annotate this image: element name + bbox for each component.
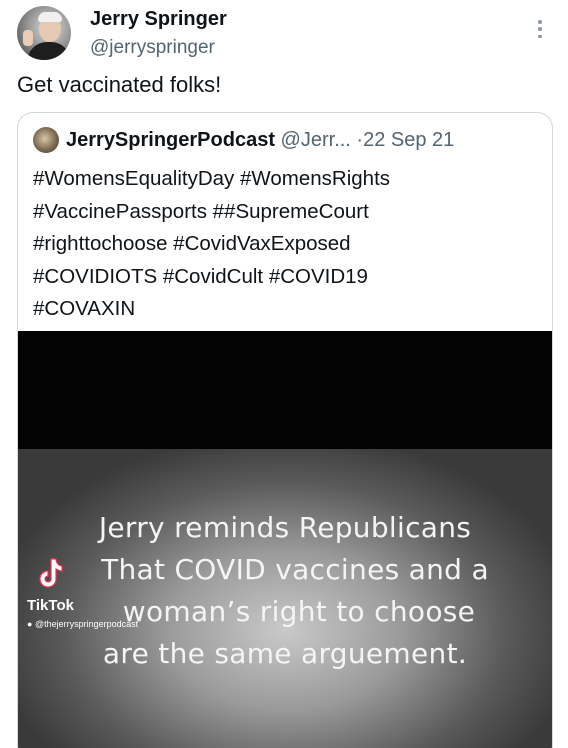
video-frame: Jerry reminds Republicans That COVID vac… xyxy=(18,449,552,748)
tiktok-logo-icon xyxy=(39,558,63,588)
hashtag-line: #VaccinePassports ##SupremeCourt xyxy=(33,199,369,223)
quoted-tweet-date: 22 Sep 21 xyxy=(363,129,455,151)
author-avatar[interactable] xyxy=(17,6,71,60)
video-letterbox xyxy=(18,331,552,449)
more-vertical-icon[interactable] xyxy=(533,18,547,40)
user-icon: ● xyxy=(27,619,33,629)
quoted-tweet-text: #WomensEqualityDay #WomensRights #Vaccin… xyxy=(33,163,543,326)
author-name[interactable]: Jerry Springer xyxy=(90,8,227,31)
hashtag-line: #WomensEqualityDay #WomensRights xyxy=(33,167,391,190)
author-handle[interactable]: @jerryspringer xyxy=(90,37,215,59)
tweet: Jerry Springer @jerryspringer Get vaccin… xyxy=(0,0,568,748)
quoted-author-handle: @Jerr... xyxy=(280,129,351,151)
video-caption-line: are the same arguement. xyxy=(102,637,468,670)
video-player[interactable]: Jerry reminds Republicans That COVID vac… xyxy=(18,331,552,748)
quoted-author-avatar xyxy=(33,127,59,153)
tiktok-label: TikTok xyxy=(27,597,74,614)
quoted-tweet-header: JerrySpringerPodcast @Jerr... ·22 Sep 21 xyxy=(66,129,454,152)
quoted-tweet-card[interactable]: JerrySpringerPodcast @Jerr... ·22 Sep 21… xyxy=(17,112,553,748)
video-caption-line: That COVID vaccines and a xyxy=(101,553,489,586)
tweet-text: Get vaccinated folks! xyxy=(17,72,222,97)
video-caption-line: Jerry reminds Republicans xyxy=(98,511,472,544)
hashtag-line: #COVAXIN xyxy=(33,297,136,320)
hashtag-line: #COVIDIOTS #CovidCult #COVID19 xyxy=(33,264,368,288)
quoted-author-name: JerrySpringerPodcast xyxy=(66,129,275,151)
tiktok-username: ● @thejerryspringerpodcast xyxy=(27,619,139,629)
hashtag-line: #righttochoose #CovidVaxExposed xyxy=(33,232,351,255)
